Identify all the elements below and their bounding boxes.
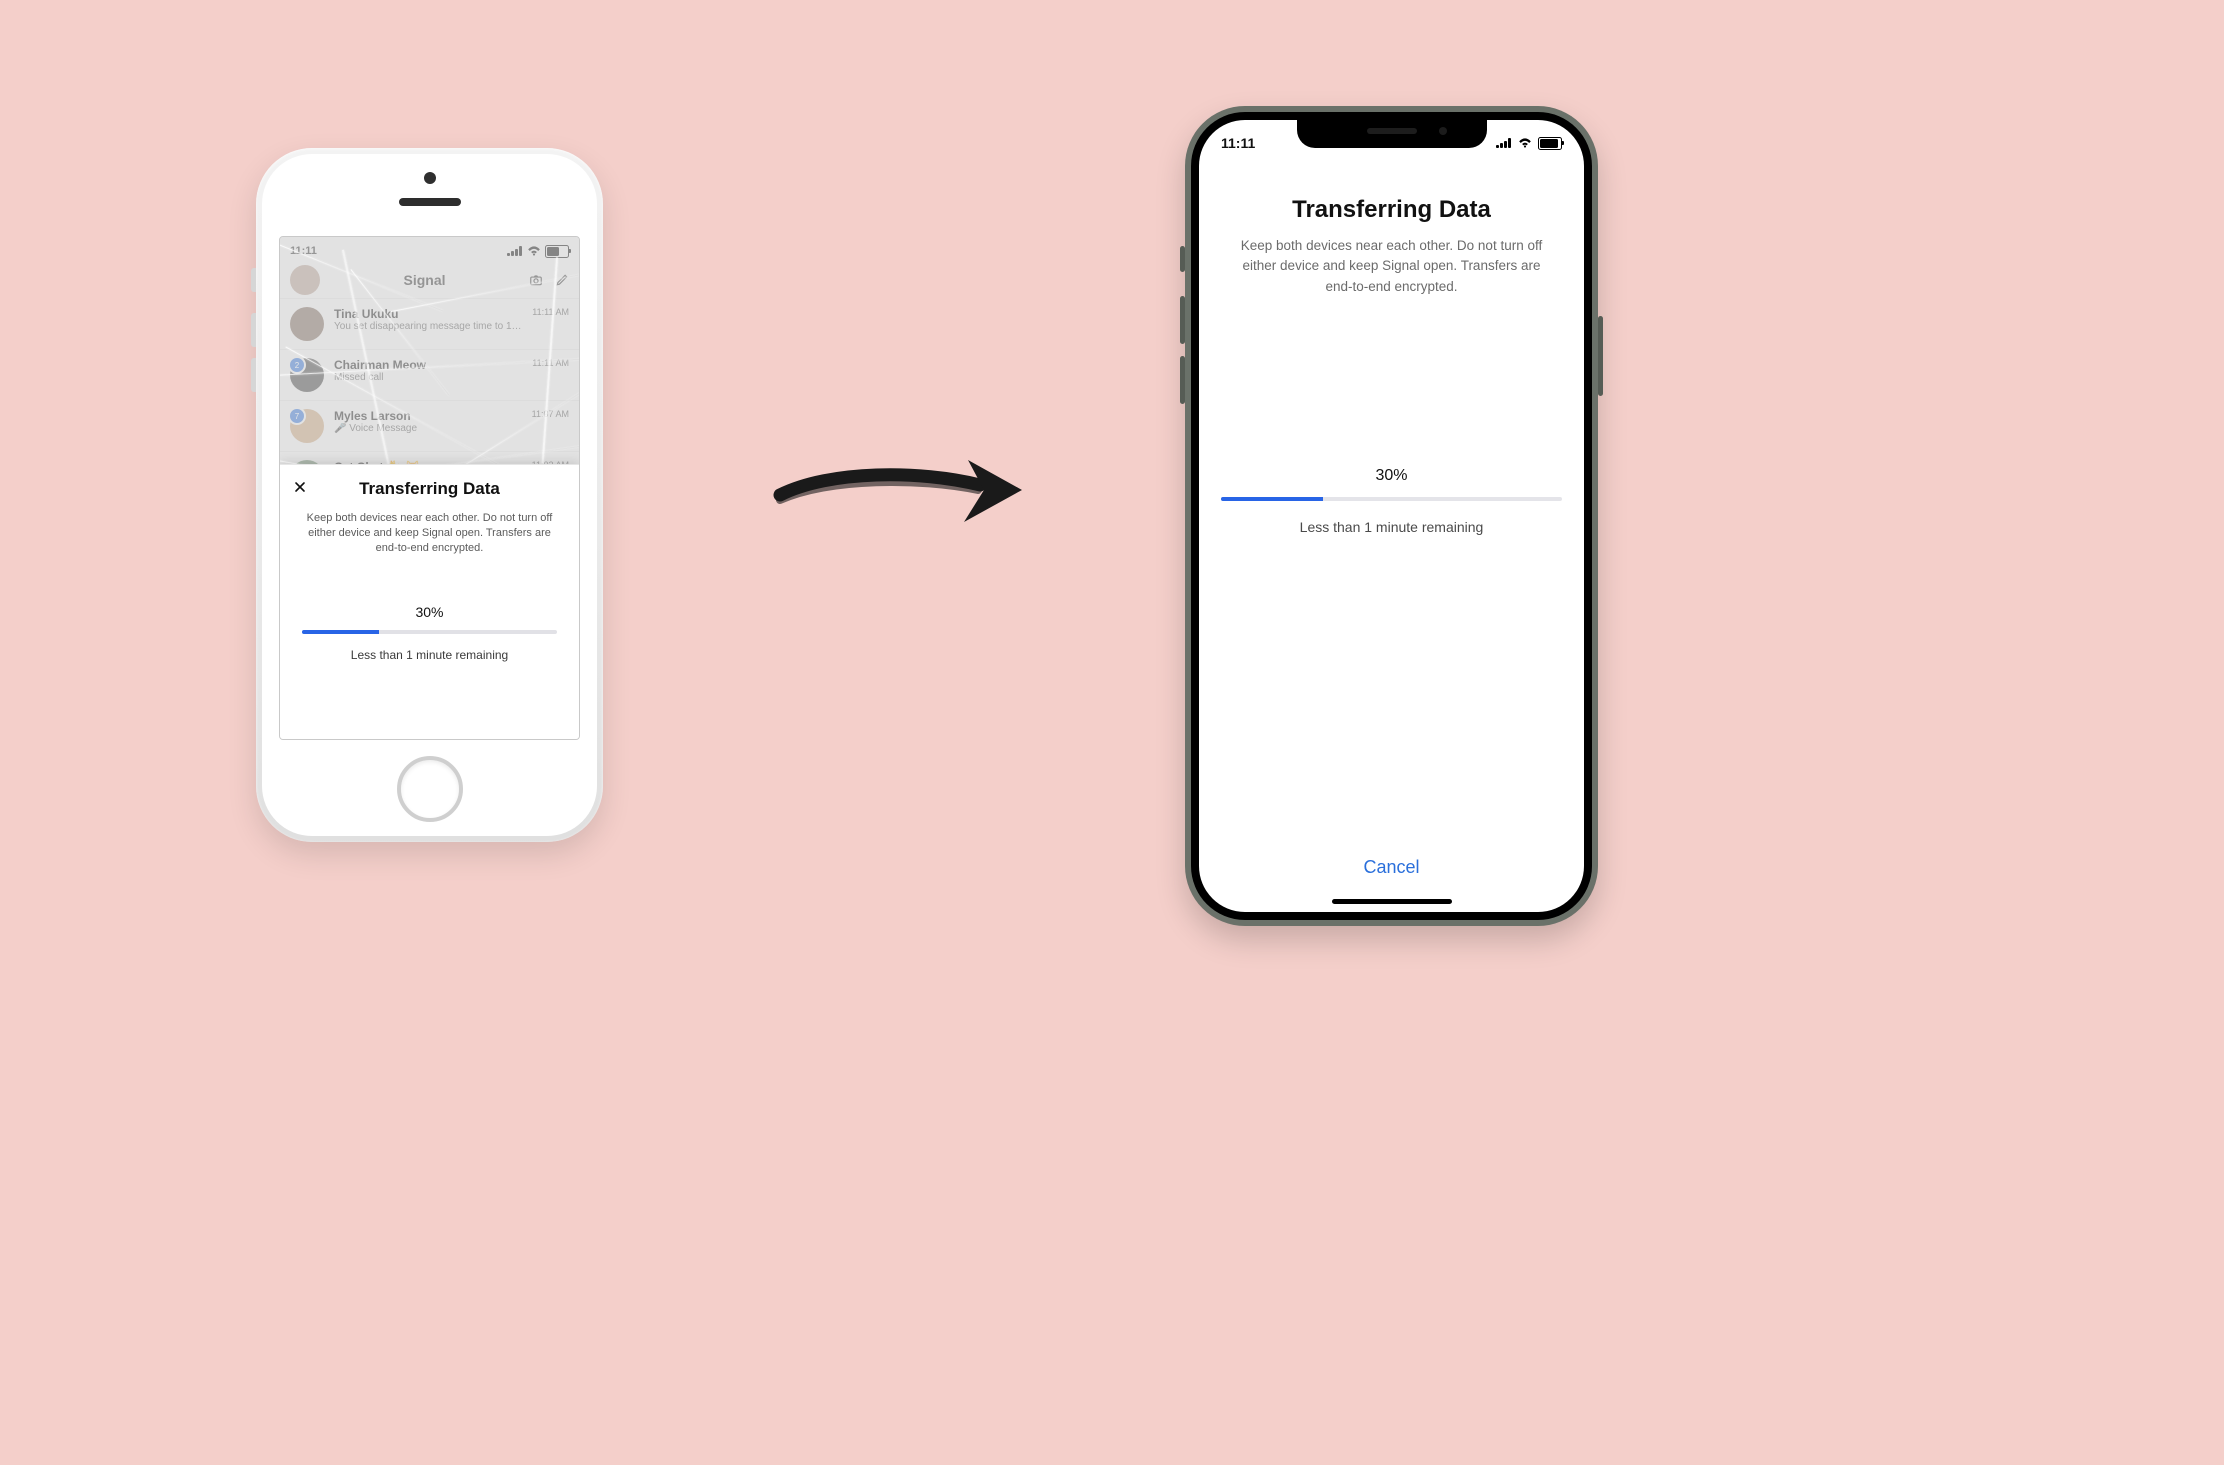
cellular-icon: [1496, 138, 1512, 148]
chat-row[interactable]: 7 Myles Larson🎤 Voice Message 11:07 AM: [280, 400, 579, 451]
page-description: Keep both devices near each other. Do no…: [1227, 236, 1556, 297]
close-icon[interactable]: [290, 477, 310, 497]
progress-eta: Less than 1 minute remaining: [280, 648, 579, 662]
progress-percent: 30%: [280, 604, 579, 620]
chat-name: Tina Ukuku: [334, 307, 522, 321]
compose-icon[interactable]: [555, 273, 569, 287]
chat-row[interactable]: Tina UkukuYou set disappearing message t…: [280, 298, 579, 349]
chat-row[interactable]: 2 Chairman MeowMissed call 11:11 AM: [280, 349, 579, 400]
chat-avatar: 7: [290, 409, 324, 443]
cellular-icon: [507, 246, 523, 256]
status-time: 11:11: [290, 245, 317, 257]
chat-preview: 🎤 Voice Message: [334, 423, 522, 434]
earpiece-icon: [399, 198, 461, 206]
home-indicator[interactable]: [1332, 899, 1452, 904]
chat-preview: Missed call: [334, 372, 522, 383]
chat-time: 11:11 AM: [532, 307, 569, 317]
progress-percent: 30%: [1199, 467, 1584, 485]
chat-avatar: 2: [290, 358, 324, 392]
chat-name: Myles Larson: [334, 409, 522, 423]
chat-name: Chairman Meow: [334, 358, 522, 372]
home-button[interactable]: [397, 756, 463, 822]
old-iphone-device: 11:11 Signal Tina UkukuYou set dis: [256, 148, 603, 842]
unread-badge: 7: [288, 407, 306, 425]
battery-icon: [1538, 137, 1562, 150]
page-title: Transferring Data: [1227, 196, 1556, 224]
sheet-description: Keep both devices near each other. Do no…: [280, 505, 579, 556]
progress-fill: [302, 630, 379, 634]
wifi-icon: [1518, 138, 1532, 148]
app-title: Signal: [403, 272, 445, 288]
transfer-arrow-icon: [770, 430, 1030, 550]
chat-time: 11:07 AM: [532, 409, 569, 419]
notch: [1297, 120, 1487, 148]
profile-avatar[interactable]: [290, 265, 320, 295]
progress-eta: Less than 1 minute remaining: [1199, 519, 1584, 535]
front-camera-icon: [424, 172, 436, 184]
progress-bar: [302, 630, 557, 634]
nav-bar: Signal: [280, 262, 579, 298]
progress-bar: [1221, 497, 1562, 501]
cancel-button[interactable]: Cancel: [1199, 857, 1584, 878]
battery-icon: [545, 245, 569, 258]
camera-icon[interactable]: [529, 273, 543, 287]
chat-time: 11:11 AM: [532, 358, 569, 368]
new-iphone-device: 11:11 Transferring Data Keep both device…: [1185, 106, 1598, 926]
chat-preview: You set disappearing message time to 1…: [334, 321, 522, 332]
status-time: 11:11: [1221, 135, 1255, 151]
unread-badge: 2: [288, 356, 306, 374]
wifi-icon: [527, 246, 541, 256]
transfer-sheet: Transferring Data Keep both devices near…: [280, 464, 579, 739]
chat-avatar: [290, 307, 324, 341]
status-bar: 11:11: [280, 237, 579, 262]
sheet-title: Transferring Data: [292, 479, 567, 499]
progress-fill: [1221, 497, 1323, 501]
